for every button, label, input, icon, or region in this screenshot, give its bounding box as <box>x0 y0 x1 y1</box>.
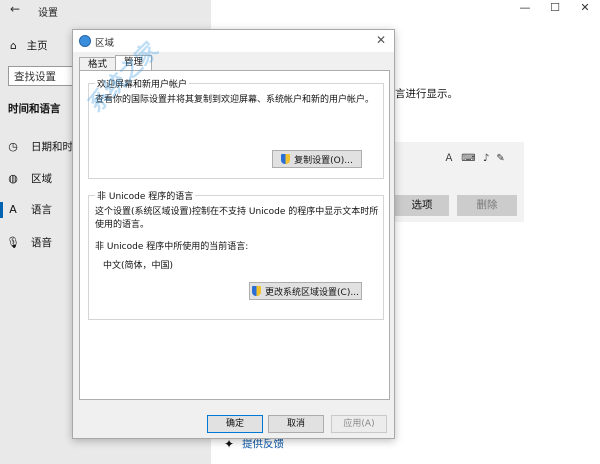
home-label: 主页 <box>26 40 48 52</box>
language-feature-icons: Ａ ⌨ ♪ ✎ <box>444 149 507 164</box>
cancel-button[interactable]: 取消 <box>268 415 324 433</box>
globe-icon: ◍ <box>8 172 18 185</box>
globe-icon <box>79 35 91 47</box>
sidebar-item-speech[interactable]: 🎙 语音 <box>6 235 52 250</box>
welcome-group: 欢迎屏幕和新用户帐户 查看你的国际设置并将其复制到欢迎屏幕、系统帐户和新的用户帐… <box>88 77 384 179</box>
tab-panel: 欢迎屏幕和新用户帐户 查看你的国际设置并将其复制到欢迎屏幕、系统帐户和新的用户帐… <box>79 70 390 400</box>
sidebar-item-label: 区域 <box>31 173 52 185</box>
minimize-button[interactable]: — <box>510 0 540 16</box>
display-language-icon: Ａ <box>444 153 456 164</box>
uac-shield-icon <box>252 286 262 296</box>
group-description: 这个设置(系统区域设置)控制在不支持 Unicode 的程序中显示文本时所使用的… <box>95 207 379 230</box>
unicode-group: 非 Unicode 程序的语言 这个设置(系统区域设置)控制在不支持 Unico… <box>88 189 384 320</box>
back-arrow-icon[interactable]: ← <box>10 2 20 16</box>
close-icon[interactable]: ✕ <box>376 33 386 47</box>
section-heading: 时间和语言 <box>8 103 61 115</box>
uac-shield-icon <box>281 154 291 164</box>
window-controls: — ☐ ✕ <box>510 0 600 16</box>
home-link[interactable]: ⌂ 主页 <box>10 38 48 53</box>
home-icon: ⌂ <box>10 39 17 52</box>
handwriting-icon: ✎ <box>496 153 507 164</box>
current-language-label: 非 Unicode 程序中所使用的当前语言: <box>95 242 249 252</box>
button-label: 复制设置(O)... <box>294 155 353 166</box>
button-label: 更改系统区域设置(C)... <box>265 287 359 298</box>
copy-settings-button[interactable]: 复制设置(O)... <box>272 150 362 168</box>
maximize-button[interactable]: ☐ <box>540 0 570 16</box>
language-description: 言进行显示。 <box>395 88 458 100</box>
current-language-value: 中文(简体，中国) <box>103 261 174 271</box>
microphone-icon: 🎙 <box>6 236 20 249</box>
group-description: 查看你的国际设置并将其复制到欢迎屏幕、系统帐户和新的用户帐户。 <box>95 95 375 105</box>
sidebar-item-region[interactable]: ◍ 区域 <box>6 171 52 186</box>
text-to-speech-icon: ⌨ <box>461 153 478 164</box>
ok-button[interactable]: 确定 <box>207 415 263 433</box>
window-title: 设置 <box>38 8 58 19</box>
dialog-titlebar: 区域 ✕ <box>73 30 394 52</box>
apply-button[interactable]: 应用(A) <box>331 415 387 433</box>
sidebar-item-label: 语音 <box>31 237 52 249</box>
sidebar-item-language[interactable]: A 语言 <box>0 202 52 218</box>
clock-calendar-icon: ◷ <box>8 140 18 153</box>
sidebar-item-label: 语言 <box>31 204 52 216</box>
dialog-title: 区域 <box>95 38 115 49</box>
close-button[interactable]: ✕ <box>570 0 600 16</box>
language-icon: A <box>9 203 17 216</box>
speech-icon: ♪ <box>482 153 492 164</box>
options-button[interactable]: 选项 <box>395 195 449 216</box>
delete-button[interactable]: 删除 <box>457 195 517 216</box>
group-label: 非 Unicode 程序的语言 <box>95 189 196 202</box>
change-system-locale-button[interactable]: 更改系统区域设置(C)... <box>249 282 362 300</box>
